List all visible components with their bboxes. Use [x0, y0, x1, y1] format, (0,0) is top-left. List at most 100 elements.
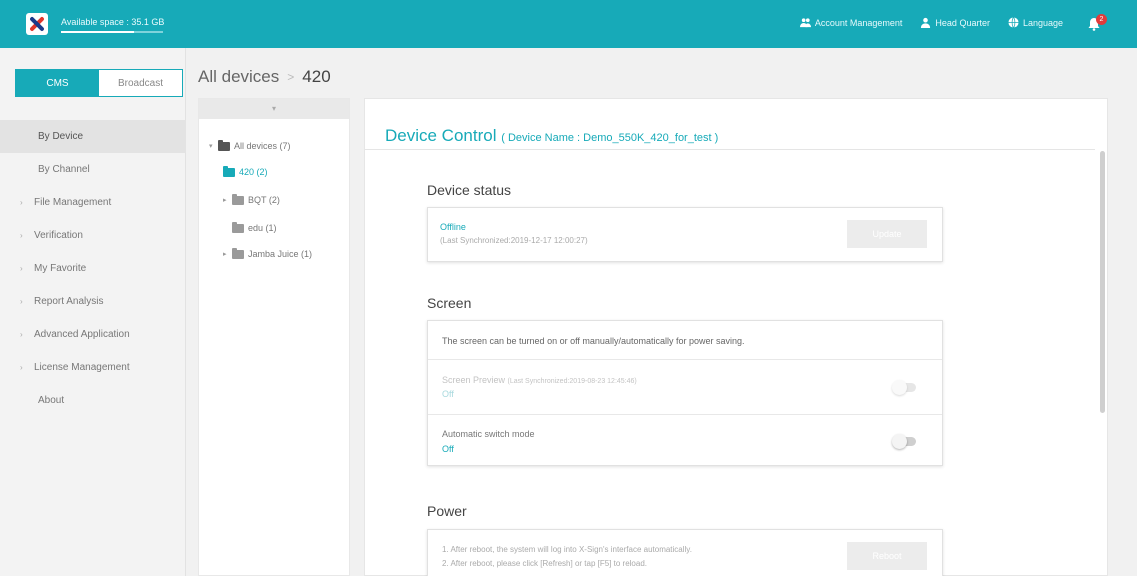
chevron-right-icon: › [20, 264, 23, 273]
chevron-right-icon: › [20, 198, 23, 207]
sidebar-item-file-management[interactable]: › File Management [0, 186, 186, 219]
sidebar-item-by-channel[interactable]: By Channel [0, 153, 186, 186]
row-divider [428, 414, 942, 415]
breadcrumb-current: 420 [302, 67, 331, 86]
user-icon [921, 17, 931, 28]
tree-item-label: edu (1) [248, 223, 277, 233]
breadcrumb: All devices > 420 [198, 67, 331, 87]
sidebar-item-label: Verification [34, 230, 83, 241]
sidebar-item-my-favorite[interactable]: › My Favorite [0, 252, 186, 285]
device-name-label: ( Device Name : Demo_550K_420_for_test ) [501, 132, 719, 144]
top-nav: Account Management Head Quarter Language [799, 17, 1063, 28]
tree-item-label: Jamba Juice (1) [248, 249, 313, 259]
toggle-knob [892, 380, 907, 395]
breadcrumb-root[interactable]: All devices [198, 67, 279, 87]
chevron-right-icon: › [20, 363, 23, 372]
device-status-value: Offline [440, 222, 466, 232]
tree-item-label: 420 (2) [239, 167, 268, 177]
globe-icon [1008, 17, 1019, 28]
update-button[interactable]: Update [847, 220, 927, 248]
mode-switch: CMS Broadcast [15, 69, 183, 97]
sidebar-item-about[interactable]: About [0, 384, 186, 417]
breadcrumb-separator: > [287, 70, 295, 84]
account-management-link[interactable]: Account Management [799, 17, 903, 28]
device-status-card: Offline (Last Synchronized:2019-12-17 12… [427, 207, 943, 262]
power-title: Power [427, 503, 467, 519]
sidebar-item-label: Report Analysis [34, 296, 104, 307]
account-management-label: Account Management [814, 17, 903, 28]
tree-item-jamba-juice[interactable]: ▸ Jamba Juice (1) [223, 247, 313, 259]
sidebar: CMS Broadcast By Device By Channel › File… [0, 48, 186, 576]
screen-preview-toggle[interactable] [892, 380, 916, 395]
sidebar-item-label: My Favorite [34, 263, 87, 274]
top-bar: Available space : 35.1 GB Account Manage… [0, 0, 1137, 48]
auto-switch-toggle[interactable] [892, 434, 916, 449]
sidebar-item-label: Advanced Application [34, 329, 130, 340]
folder-open-icon [223, 165, 235, 177]
row-divider [428, 359, 942, 360]
tree-item-420[interactable]: 420 (2) [223, 165, 268, 177]
device-status-title: Device status [427, 182, 512, 198]
screen-preview-sync: (Last Synchronized:2019-08-23 12:45:46) [507, 378, 637, 385]
language-link[interactable]: Language [1008, 17, 1063, 28]
screen-card: The screen can be turned on or off manua… [427, 320, 943, 466]
sidebar-menu: By Device By Channel › File Management › V… [0, 120, 186, 417]
sidebar-item-label: By Device [38, 131, 84, 142]
page-title: Device Control ( Device Name : Demo_550K… [385, 126, 718, 146]
folder-icon [232, 247, 244, 259]
sidebar-item-license-management[interactable]: › License Management [0, 351, 186, 384]
chevron-right-icon: › [20, 297, 23, 306]
page-title-text: Device Control [385, 126, 497, 145]
toggle-knob [892, 434, 907, 449]
reboot-button[interactable]: Reboot [847, 542, 927, 570]
app-logo[interactable] [26, 13, 48, 35]
folder-icon [218, 139, 230, 151]
sidebar-item-report-analysis[interactable]: › Report Analysis [0, 285, 186, 318]
sidebar-item-by-device[interactable]: By Device [0, 120, 186, 153]
folder-icon [232, 221, 244, 233]
tree-item-label: BQT (2) [248, 195, 280, 205]
language-label: Language [1022, 17, 1063, 28]
sidebar-item-label: About [38, 395, 65, 406]
head-quarter-link[interactable]: Head Quarter [920, 17, 990, 28]
caret-right-icon: ▸ [223, 197, 227, 204]
chevron-right-icon: › [20, 231, 23, 240]
power-note-1: 1. After reboot, the system will log int… [442, 545, 692, 554]
auto-switch-label: Automatic switch mode [442, 429, 535, 439]
device-tree-panel: ▾ ▾ All devices (7) 420 (2) ▸ BQT (2) ed… [198, 98, 350, 576]
tree-item-label: All devices (7) [234, 141, 291, 151]
power-card: 1. After reboot, the system will log int… [427, 529, 943, 576]
available-space-label: Available space : 35.1 GB [61, 17, 165, 27]
tree-item-edu[interactable]: edu (1) [232, 221, 277, 233]
power-note-2: 2. After reboot, please click [Refresh] … [442, 559, 647, 568]
screen-preview-label: Screen Preview (Last Synchronized:2019-0… [442, 375, 637, 385]
chevron-right-icon: › [20, 330, 23, 339]
sidebar-item-label: File Management [34, 197, 112, 208]
caret-down-icon: ▾ [209, 143, 213, 150]
tab-broadcast[interactable]: Broadcast [99, 70, 182, 96]
scrollbar-thumb[interactable] [1100, 151, 1105, 413]
sidebar-item-advanced-application[interactable]: › Advanced Application [0, 318, 186, 351]
tree-item-all-devices[interactable]: ▾ All devices (7) [209, 139, 291, 151]
device-control-panel: Device Control ( Device Name : Demo_550K… [364, 98, 1108, 576]
storage-usage-fill [61, 31, 135, 33]
screen-title: Screen [427, 295, 472, 311]
screen-preview-value: Off [442, 389, 454, 399]
sidebar-item-label: By Channel [38, 164, 90, 175]
screen-description: The screen can be turned on or off manua… [442, 336, 745, 346]
storage-usage-bar [61, 31, 163, 33]
folder-icon [232, 193, 244, 205]
tab-cms[interactable]: CMS [16, 70, 99, 96]
title-divider [365, 149, 1095, 150]
auto-switch-value: Off [442, 444, 454, 454]
sidebar-item-verification[interactable]: › Verification [0, 219, 186, 252]
caret-right-icon: ▸ [223, 251, 227, 258]
head-quarter-label: Head Quarter [935, 17, 990, 28]
tree-item-bqt[interactable]: ▸ BQT (2) [223, 193, 280, 205]
screen-preview-text: Screen Preview [442, 375, 506, 385]
notification-badge: 2 [1096, 14, 1107, 25]
tree-collapse-handle[interactable]: ▾ [199, 99, 349, 119]
users-icon [799, 18, 811, 28]
sidebar-item-label: License Management [34, 362, 130, 373]
device-status-sync: (Last Synchronized:2019-12-17 12:00:27) [440, 236, 588, 245]
